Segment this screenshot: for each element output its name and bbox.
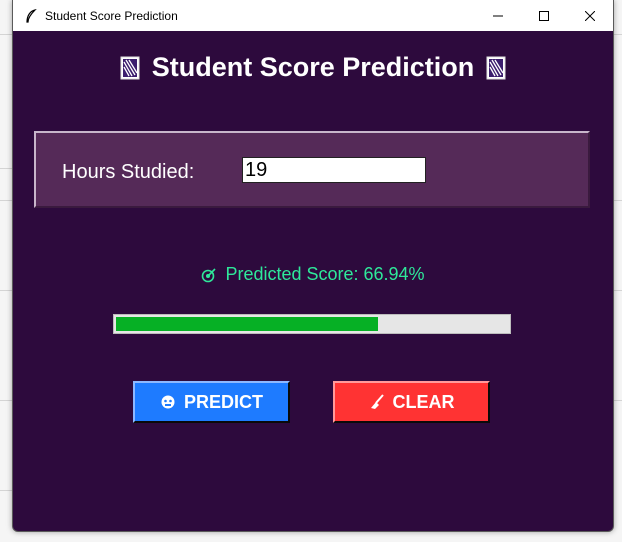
- book-icon: [120, 56, 140, 79]
- window-title: Student Score Prediction: [45, 8, 178, 23]
- title-bar: Student Score Prediction: [13, 0, 613, 31]
- hours-label: Hours Studied:: [62, 161, 195, 183]
- background-divider: [0, 400, 12, 401]
- robot-icon: [161, 395, 175, 409]
- predicted-score: Predicted Score: 66.94%: [13, 264, 613, 285]
- page-heading: Student Score Prediction: [13, 52, 613, 83]
- background-divider: [0, 34, 12, 35]
- clear-button-label: CLEAR: [392, 391, 455, 412]
- background-divider: [0, 200, 12, 201]
- broom-icon: [370, 394, 384, 409]
- target-icon: [202, 267, 217, 282]
- feather-icon: [23, 8, 39, 24]
- clear-button[interactable]: CLEAR: [333, 381, 490, 423]
- hours-input[interactable]: [242, 157, 426, 183]
- book-icon: [486, 56, 506, 79]
- background-divider: [0, 290, 12, 291]
- app-window: Student Score Prediction Student Score P…: [12, 0, 614, 532]
- minimize-button[interactable]: [475, 0, 521, 31]
- maximize-icon: [539, 10, 549, 21]
- maximize-button[interactable]: [521, 0, 567, 31]
- page-title: Student Score Prediction: [151, 52, 475, 82]
- background-divider: [0, 490, 12, 491]
- close-icon: [585, 10, 595, 21]
- score-progress-fill: [116, 317, 379, 331]
- minimize-icon: [493, 15, 503, 16]
- score-progress-bar: [113, 314, 511, 334]
- predict-button-label: PREDICT: [183, 391, 263, 412]
- background-divider: [0, 168, 12, 169]
- predicted-score-text: Predicted Score: 66.94%: [225, 264, 425, 284]
- predict-button[interactable]: PREDICT: [133, 381, 290, 423]
- input-panel: Hours Studied:: [34, 131, 590, 208]
- close-button[interactable]: [567, 0, 613, 31]
